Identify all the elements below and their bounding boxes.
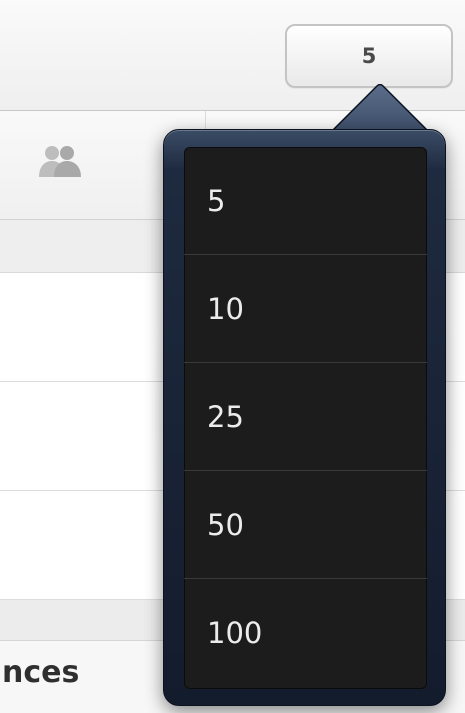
page-size-option[interactable]: 25 (184, 363, 427, 471)
page-size-option[interactable]: 5 (184, 147, 427, 255)
page-size-popover: 5 10 25 50 100 (163, 129, 446, 706)
section-title: nces (2, 655, 80, 690)
users-icon (39, 146, 81, 177)
page-size-option[interactable]: 50 (184, 471, 427, 579)
page-size-option[interactable]: 100 (184, 579, 427, 687)
page-size-options: 5 10 25 50 100 (184, 147, 427, 689)
page-size-option[interactable]: 10 (184, 255, 427, 363)
page-size-button[interactable]: 5 (285, 24, 453, 88)
screen: 5 nces 5 10 25 50 100 (0, 0, 465, 713)
